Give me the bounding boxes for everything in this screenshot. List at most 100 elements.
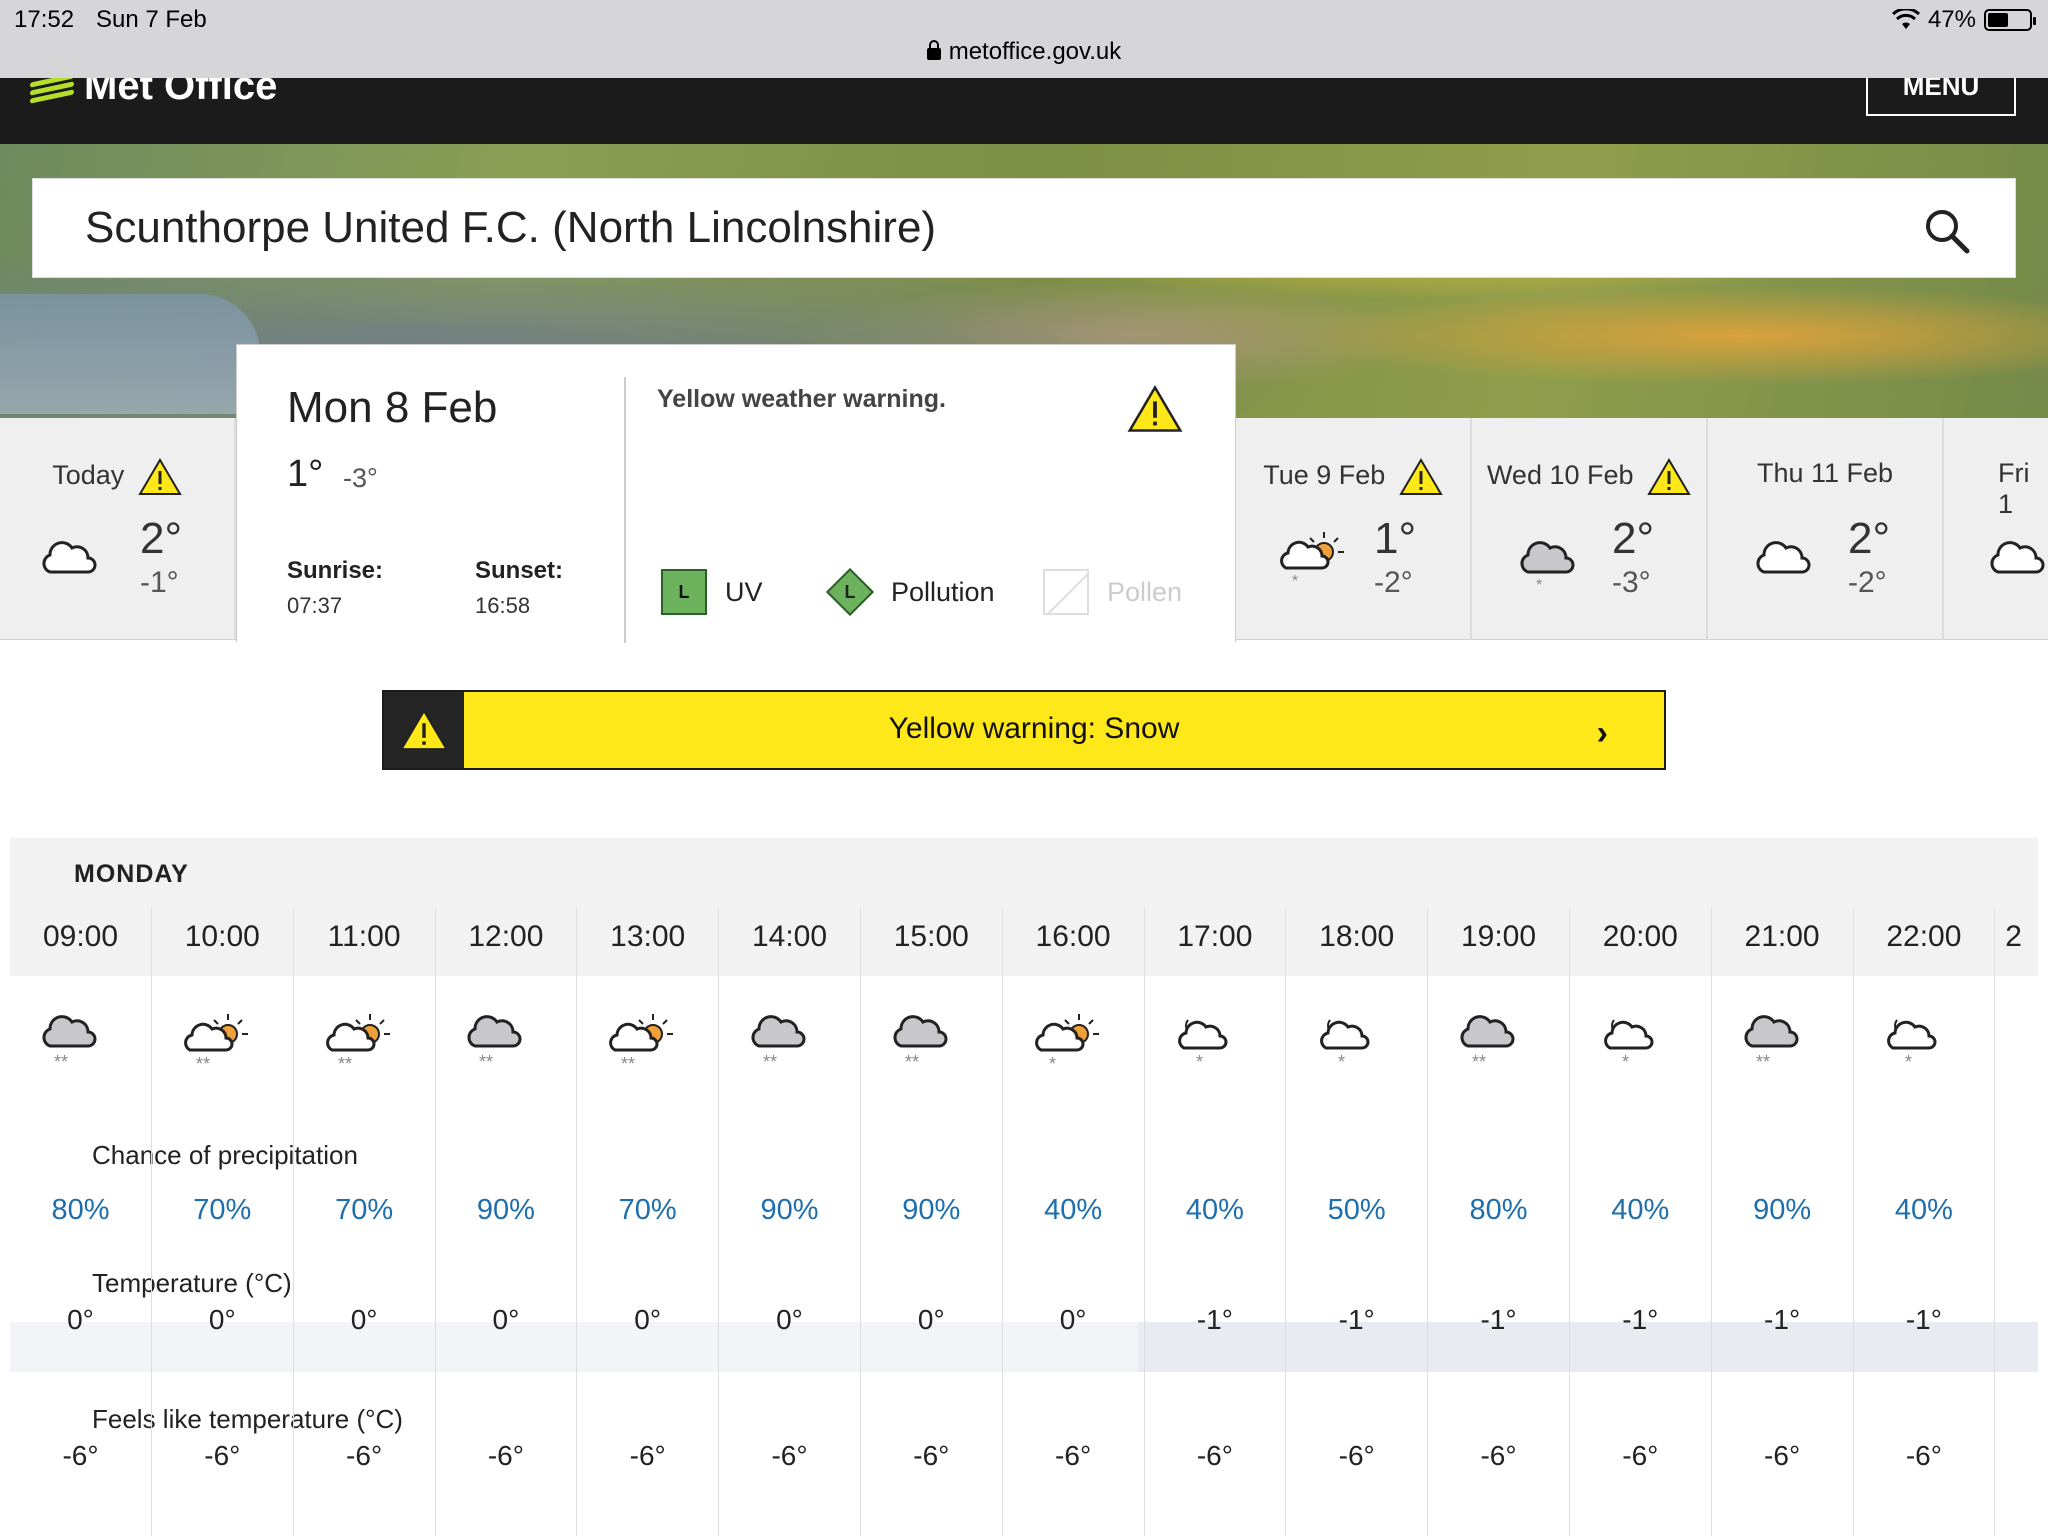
night-cloud-light-snow-icon: * bbox=[1320, 1019, 1370, 1072]
day-card-tue[interactable]: Tue 9 Feb * 1° -2° bbox=[1236, 418, 1472, 640]
menu-button[interactable]: MENU bbox=[1866, 78, 2016, 116]
cloud-snow-icon: ** bbox=[751, 1015, 806, 1072]
temperature: -1° bbox=[1196, 1304, 1233, 1335]
selected-max-temp: 1° bbox=[287, 453, 324, 495]
cloud-icon bbox=[42, 541, 97, 574]
day-card-today[interactable]: Today 2° -1° bbox=[0, 418, 236, 640]
feels-like: -6° bbox=[771, 1440, 808, 1471]
day-card-wed[interactable]: Wed 10 Feb * 2° -3° bbox=[1472, 418, 1708, 640]
lock-icon bbox=[926, 40, 941, 60]
warning-icon bbox=[399, 708, 449, 751]
hour-column: 19:00 ** 80% -1° -6° bbox=[1428, 908, 1570, 1536]
day-card-fri[interactable]: Fri 1 bbox=[1944, 418, 2048, 640]
hour-time: 20:00 bbox=[1602, 920, 1678, 953]
snow-warning-banner[interactable]: Yellow warning: Snow › bbox=[382, 690, 1666, 770]
hour-time: 21:00 bbox=[1744, 920, 1820, 953]
hour-column: 2 * 4 bbox=[1995, 908, 2038, 1536]
feels-like: -6° bbox=[1622, 1440, 1659, 1471]
precip-chance: 80% bbox=[51, 1194, 110, 1226]
day-name-text: Today bbox=[52, 460, 125, 491]
cloud-snow-icon: ** bbox=[42, 1015, 97, 1072]
temperature: 0° bbox=[776, 1304, 803, 1335]
hour-column: 09:00 ** 80% 0° -6° bbox=[10, 908, 152, 1536]
feels-like: -6° bbox=[204, 1440, 241, 1471]
precip-chance: 70% bbox=[618, 1194, 677, 1226]
day-name: Tue 9 Feb bbox=[1236, 458, 1470, 496]
temperature: -1° bbox=[1338, 1304, 1375, 1335]
status-right: 47% bbox=[1891, 6, 2036, 34]
hour-column: 11:00 ** 70% 0° -6° bbox=[294, 908, 436, 1536]
pollution-label: Pollution bbox=[891, 576, 995, 607]
chevron-right-icon: › bbox=[1596, 714, 1608, 752]
cloud-snow-icon: * bbox=[1520, 541, 1575, 594]
sunny-intervals-light-snow-icon: * bbox=[1034, 1014, 1099, 1074]
warning-title[interactable]: Yellow weather warning. bbox=[657, 385, 946, 414]
address-bar[interactable]: metoffice.gov.uk bbox=[0, 38, 2048, 66]
hero-sea bbox=[0, 294, 260, 414]
precip-chance: 80% bbox=[1469, 1194, 1528, 1226]
site-logo[interactable]: Met Office bbox=[30, 78, 277, 109]
temperature: -1° bbox=[1764, 1304, 1801, 1335]
cloud-snow-icon: ** bbox=[467, 1015, 522, 1072]
temperature: 0° bbox=[1059, 1304, 1087, 1335]
cloud-icon bbox=[1756, 541, 1811, 574]
browser-status-bar: 17:52 Sun 7 Feb 47% metoffice.gov.uk bbox=[0, 0, 2048, 78]
pollen-empty-icon bbox=[1043, 569, 1089, 615]
night-cloud-light-snow-icon: * bbox=[1887, 1019, 1937, 1072]
sunrise-time: 07:37 bbox=[287, 593, 343, 618]
hour-column: 22:00 * 40% -1° -6° bbox=[1853, 908, 1996, 1536]
night-cloud-light-snow-icon: * bbox=[2035, 1012, 2038, 1076]
temperature: -1° bbox=[1622, 1304, 1659, 1335]
hour-column: 14:00 ** 90% 0° -6° bbox=[719, 908, 861, 1536]
precip-chance: 90% bbox=[760, 1194, 819, 1226]
search-input[interactable]: Scunthorpe United F.C. (North Lincolnshi… bbox=[85, 203, 936, 253]
hour-column: 18:00 * 50% -1° -6° bbox=[1286, 908, 1429, 1536]
location-search[interactable]: Scunthorpe United F.C. (North Lincolnshi… bbox=[32, 178, 2016, 278]
day-name: Fri 1 bbox=[1998, 458, 2030, 519]
temperature: 0° bbox=[350, 1304, 378, 1335]
battery-icon bbox=[1984, 9, 2036, 31]
hour-time: 18:00 bbox=[1319, 920, 1395, 953]
hour-time: 2 bbox=[2005, 920, 2022, 953]
pollution-level-icon: L bbox=[825, 567, 875, 617]
temperature: 0° bbox=[634, 1304, 662, 1335]
feels-like: -6° bbox=[1196, 1440, 1233, 1471]
hour-time: 14:00 bbox=[751, 920, 828, 953]
status-date: Sun 7 Feb bbox=[96, 6, 207, 33]
sunny-intervals-snow-icon: * bbox=[1280, 532, 1344, 590]
precip-chance: 90% bbox=[476, 1194, 535, 1226]
hour-column: 10:00 ** 70% 0° -6° bbox=[152, 908, 294, 1536]
search-icon[interactable] bbox=[1923, 207, 1971, 255]
selected-date: Mon 8 Feb bbox=[287, 383, 498, 432]
feels-like: -6° bbox=[1764, 1440, 1801, 1471]
day-max-temp: 2° bbox=[1612, 514, 1655, 563]
hour-column: 21:00 ** 90% -1° -6° bbox=[1712, 908, 1854, 1536]
pollution-index[interactable]: L Pollution bbox=[825, 567, 995, 617]
cloud-snow-icon: ** bbox=[1460, 1015, 1515, 1072]
clock: 17:52 bbox=[14, 6, 75, 33]
day-min-temp: -3° bbox=[1612, 566, 1651, 599]
pollution-level: L bbox=[844, 581, 856, 602]
warning-icon bbox=[1399, 458, 1443, 495]
logo-text: Met Office bbox=[84, 78, 278, 108]
day-name-text: Tue 9 Feb bbox=[1263, 460, 1386, 491]
day-card-thu[interactable]: Thu 11 Feb 2° -2° bbox=[1708, 418, 1944, 640]
precip-chance: 40% bbox=[1185, 1194, 1244, 1226]
cloud-icon bbox=[1990, 541, 2045, 574]
feels-like: -6° bbox=[1480, 1440, 1517, 1471]
pollen-index[interactable]: Pollen bbox=[1043, 569, 1182, 615]
feels-like: -6° bbox=[629, 1440, 666, 1471]
svg-text:**: ** bbox=[1756, 1052, 1770, 1072]
warning-icon[interactable] bbox=[1127, 385, 1183, 433]
svg-text:*: * bbox=[1338, 1052, 1345, 1072]
uv-index[interactable]: L UV bbox=[661, 569, 763, 615]
warning-icon bbox=[138, 458, 182, 495]
precip-chance: 90% bbox=[902, 1194, 961, 1226]
feels-like: -6° bbox=[487, 1440, 524, 1471]
day-name: Thu 11 Feb bbox=[1756, 458, 1894, 488]
warning-icon bbox=[1647, 458, 1691, 495]
precip-chance: 50% bbox=[1327, 1194, 1386, 1226]
pollen-label: Pollen bbox=[1107, 576, 1183, 607]
feels-like: -6° bbox=[913, 1440, 950, 1471]
banner-text: Yellow warning: Snow bbox=[888, 712, 1180, 745]
